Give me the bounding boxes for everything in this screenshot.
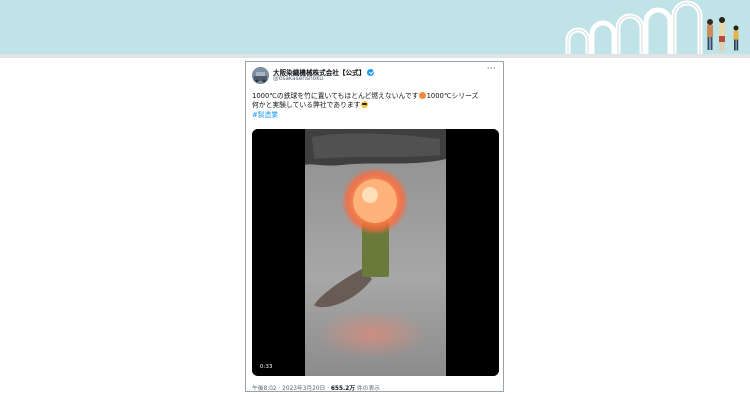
tweet-card[interactable]: 大阪染織機械株式会社【公式】 @osakasenshoku ··· 1000℃の… [245, 61, 504, 392]
tweet-text-part-2: 1000℃シリーズ [426, 92, 479, 100]
more-options-icon[interactable]: ··· [487, 65, 496, 73]
video-timecode: 0:33 [258, 363, 275, 371]
header-banner [0, 0, 750, 54]
tweet-text: 1000℃の鉄球を竹に置いてもほとんど燃えないんです 1000℃シリーズ 何かと実… [252, 92, 500, 120]
video-player[interactable]: 0:33 [252, 129, 499, 376]
arches-illustration [565, 0, 739, 54]
tweet-line-2: 何かと実験している弊社であります [252, 101, 500, 110]
account-handle[interactable]: @osakasenshoku [273, 76, 323, 82]
video-frame [252, 129, 499, 376]
view-count-suffix: 件の表示 [355, 386, 381, 392]
tweet-meta: 午後8:02 · 2023年3月20日 · 655.2万 件の表示 [252, 383, 380, 392]
hashtag-link[interactable]: #製造業 [252, 111, 500, 120]
tweet-text-part-1: 1000℃の鉄球を竹に置いてもほとんど燃えないんです [252, 92, 419, 100]
tweet-timestamp[interactable]: 午後8:02 · 2023年3月20日 · [252, 386, 331, 392]
people-figures [707, 17, 739, 51]
view-count: 655.2万 [330, 386, 356, 392]
verified-badge-icon [367, 68, 375, 76]
sunglasses-emoji-icon [360, 101, 368, 109]
avatar[interactable] [252, 67, 269, 84]
tweet-line-1: 1000℃の鉄球を竹に置いてもほとんど燃えないんです 1000℃シリーズ [252, 92, 500, 101]
tweet-text-part-3: 何かと実験している弊社であります [252, 101, 361, 110]
hot-face-emoji-icon [419, 92, 427, 99]
header-divider [0, 54, 750, 58]
